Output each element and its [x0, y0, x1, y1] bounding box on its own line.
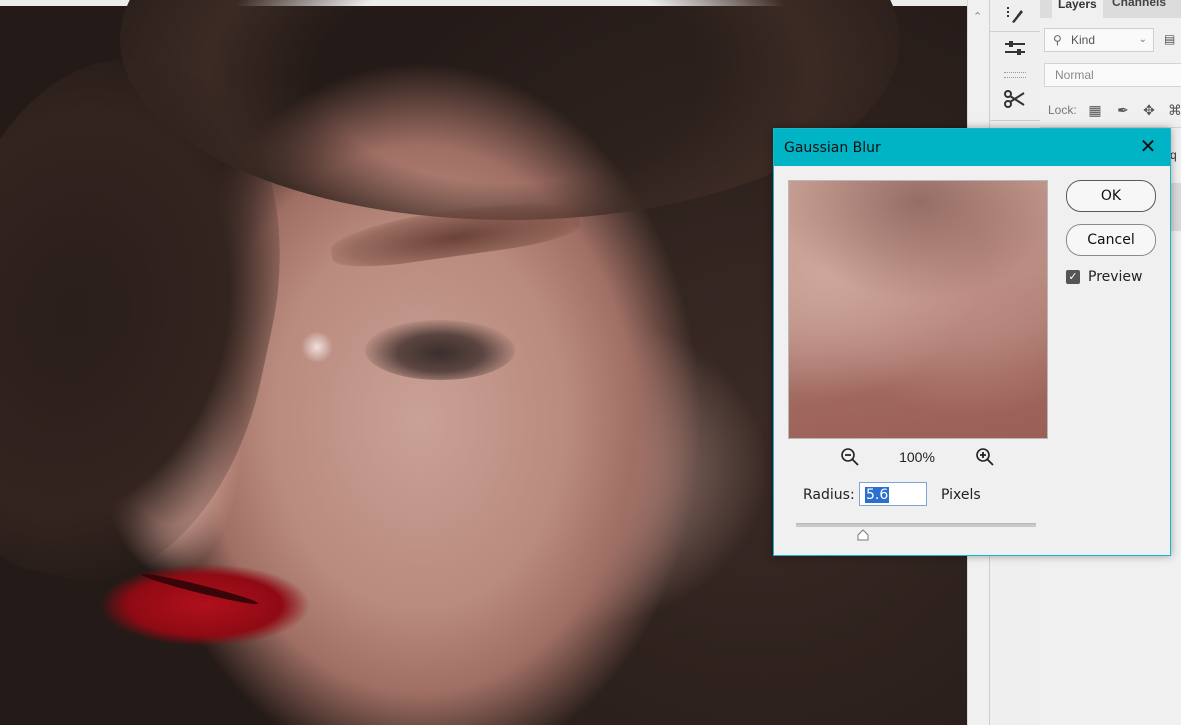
scissors-icon[interactable] — [1002, 86, 1028, 112]
panel-partial-text: q — [1170, 148, 1177, 162]
lock-paint-icon[interactable]: ✒ — [1114, 100, 1132, 120]
checkbox-check-icon: ✓ — [1068, 271, 1078, 283]
radius-label: Radius: — [803, 487, 855, 503]
radius-value: 5.6 — [865, 487, 890, 503]
image-filter-icon[interactable]: ▤ — [1164, 28, 1181, 50]
photo-nose-highlight — [300, 332, 334, 362]
lock-artboard-icon[interactable]: ⌘ — [1166, 100, 1181, 120]
radius-units: Pixels — [941, 487, 981, 503]
gaussian-blur-dialog: Gaussian Blur ✕ 100% OK Cancel ✓ Preview… — [773, 128, 1171, 556]
zoom-in-icon[interactable] — [974, 447, 996, 469]
lock-transparency-icon[interactable]: ▦ — [1086, 100, 1104, 120]
tool-rail-divider — [990, 120, 1040, 121]
dialog-titlebar[interactable]: Gaussian Blur ✕ — [774, 129, 1170, 166]
preview-checkbox-label: Preview — [1088, 269, 1143, 285]
radius-input[interactable]: 5.6 — [859, 482, 927, 506]
adjustments-icon[interactable] — [1002, 36, 1028, 62]
ok-button[interactable]: OK — [1066, 180, 1156, 212]
photo-eye — [365, 320, 515, 380]
radius-slider-thumb[interactable] — [857, 529, 869, 541]
radius-slider-track[interactable] — [796, 523, 1036, 527]
tool-rail-grip[interactable] — [1004, 72, 1026, 78]
chevron-down-icon: ⌄ — [1138, 34, 1147, 45]
lock-move-icon[interactable]: ✥ — [1140, 100, 1158, 120]
kind-filter-label: Kind — [1071, 33, 1096, 47]
zoom-out-icon[interactable] — [839, 447, 861, 469]
preview-checkbox[interactable]: ✓ — [1066, 270, 1080, 284]
brush-icon[interactable] — [1002, 2, 1028, 28]
photo-lip-line — [140, 570, 260, 608]
panel-tab-strip: Layers Channels — [1040, 0, 1181, 18]
scroll-up-arrow-icon[interactable]: ⌃ — [973, 10, 982, 23]
cancel-button[interactable]: Cancel — [1066, 224, 1156, 256]
tab-channels[interactable]: Channels — [1112, 0, 1166, 9]
close-icon[interactable]: ✕ — [1126, 129, 1170, 166]
dialog-title: Gaussian Blur — [784, 140, 881, 156]
kind-filter-dropdown[interactable]: ⚲ Kind ⌄ — [1044, 28, 1154, 52]
blend-mode-value: Normal — [1055, 68, 1094, 82]
search-icon: ⚲ — [1053, 33, 1062, 47]
tool-rail-divider — [990, 31, 1040, 32]
blur-preview-image[interactable] — [788, 180, 1048, 439]
zoom-level: 100% — [899, 449, 935, 465]
lock-label: Lock: — [1048, 103, 1077, 117]
tab-layers[interactable]: Layers — [1052, 0, 1103, 18]
blend-mode-dropdown[interactable]: Normal — [1044, 63, 1181, 87]
